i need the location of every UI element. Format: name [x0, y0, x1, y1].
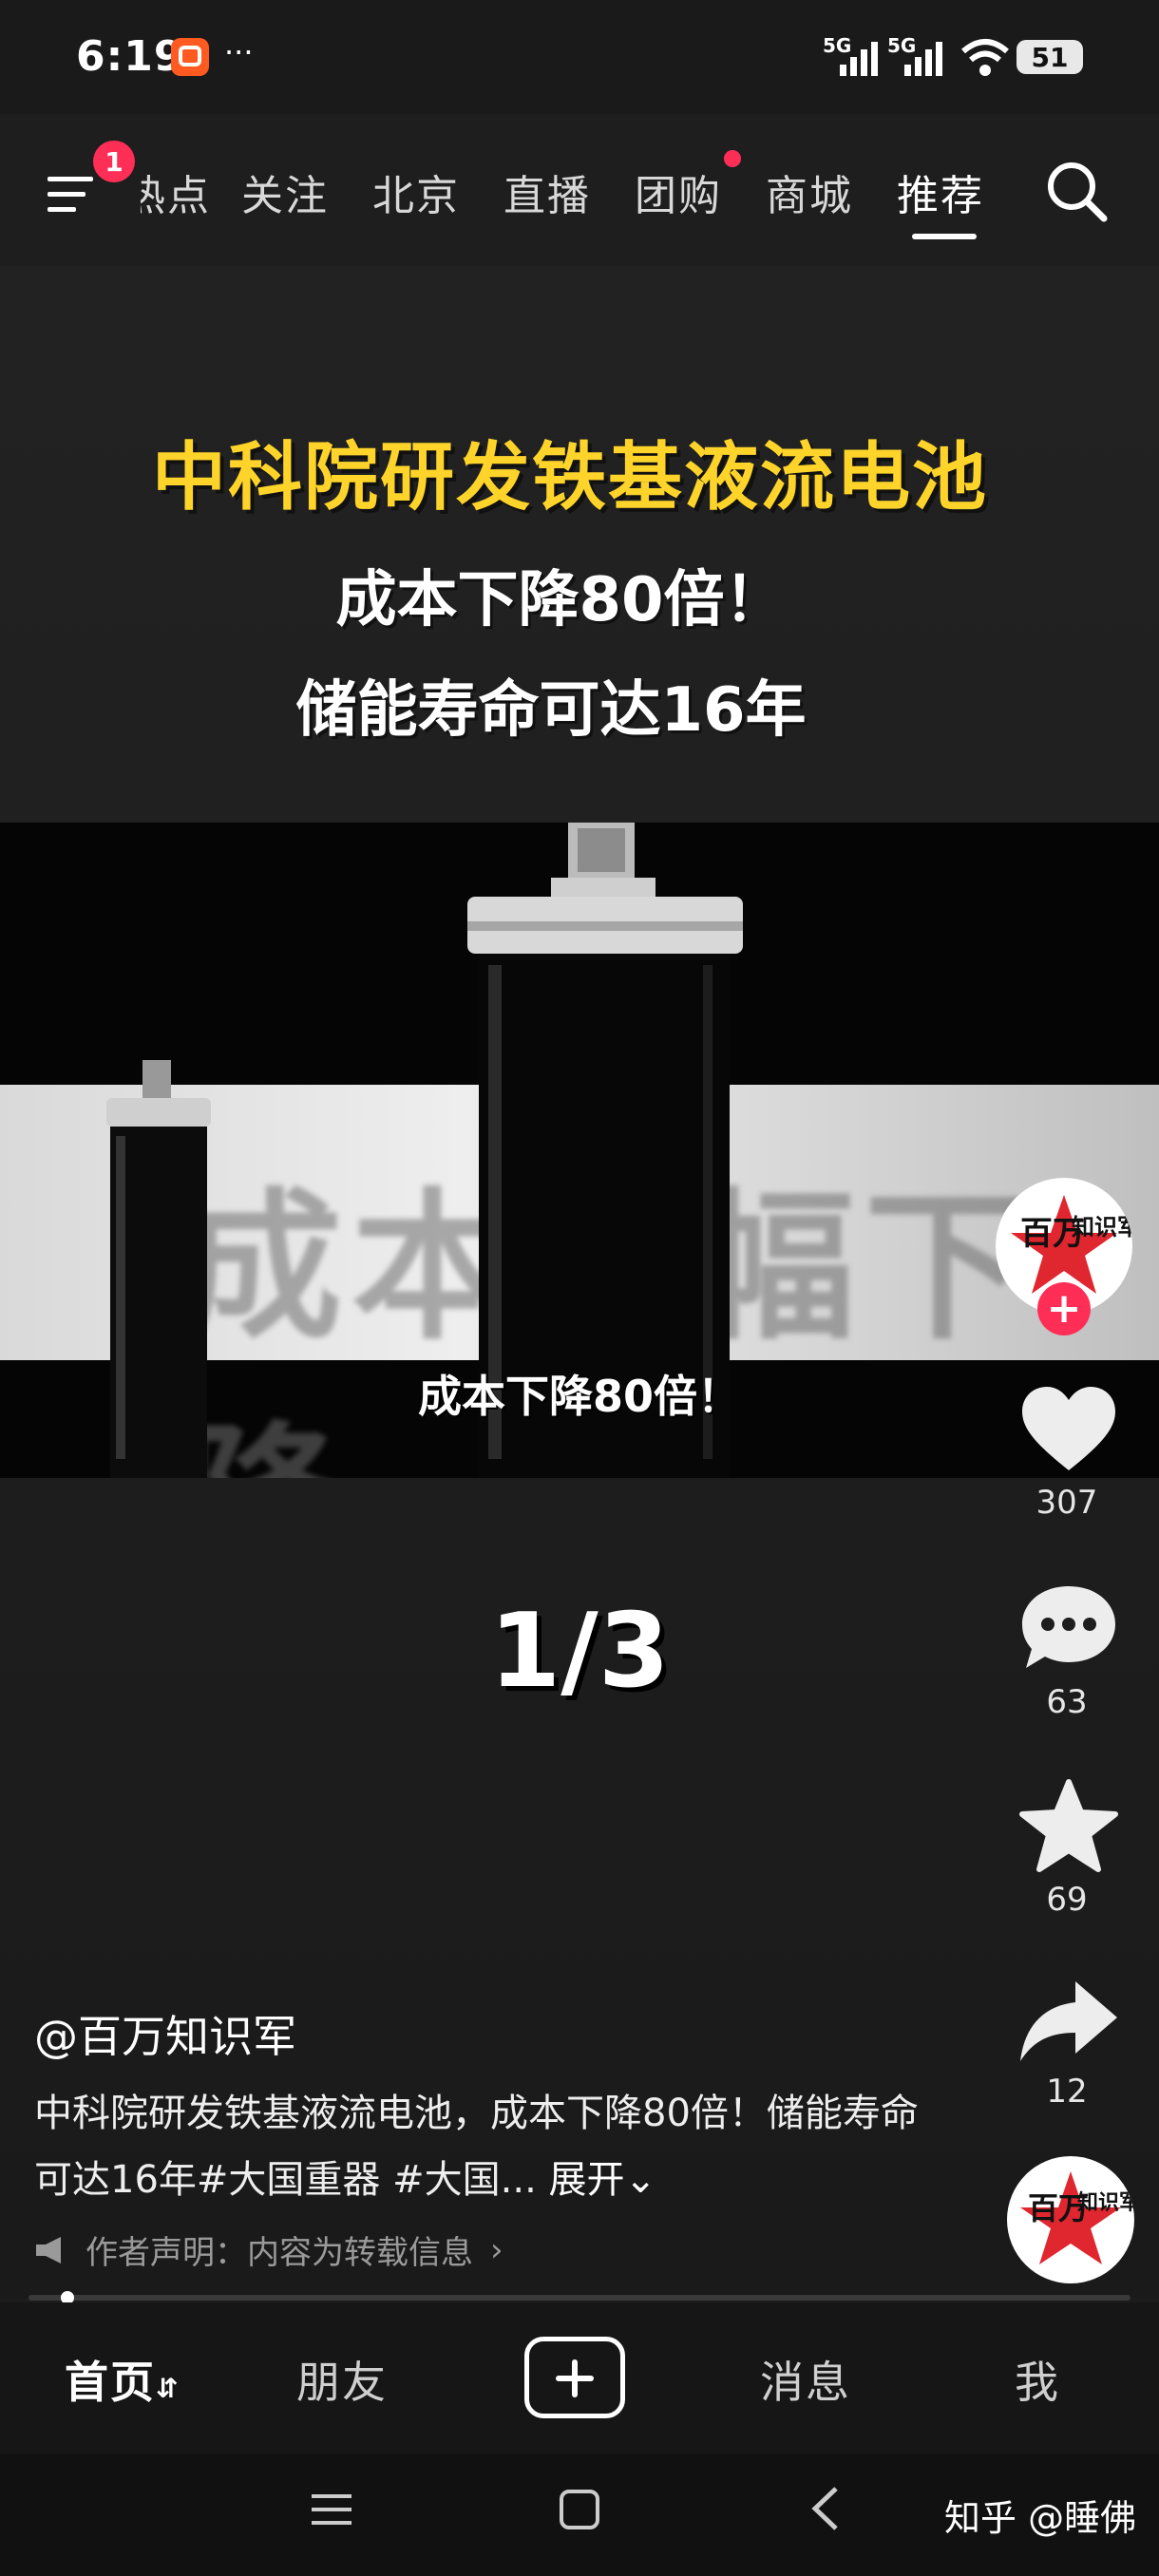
tab-group-buy[interactable]: 团购: [635, 161, 722, 222]
group-buy-dot: [724, 150, 741, 167]
menu-notification-badge: 1: [93, 141, 135, 182]
tab-recommend[interactable]: 推荐: [897, 161, 984, 222]
author-statement[interactable]: 作者声明：内容为转载信息 ›: [34, 2226, 504, 2273]
home-square-icon[interactable]: [559, 2489, 600, 2530]
active-tab-indicator: [912, 234, 977, 239]
nav-home[interactable]: 首页⇵: [65, 2348, 180, 2411]
expand-button[interactable]: 展开⌄: [549, 2158, 657, 2202]
recent-apps-icon[interactable]: [310, 2491, 353, 2529]
music-disc-logo-icon: 百万 知识军: [1020, 2171, 1134, 2264]
signal-icon-1: [840, 42, 878, 76]
signal-icon-2: [904, 42, 942, 76]
video-subline-cost: 成本下降80倍！: [335, 565, 786, 635]
wifi-icon: [961, 39, 1009, 76]
tab-mall[interactable]: 商城: [766, 161, 853, 222]
comment-icon[interactable]: [1016, 1581, 1121, 1676]
nav-friends[interactable]: 朋友: [296, 2348, 388, 2411]
video-description: 中科院研发铁基液流电池，成本下降80倍！储能寿命可达16年#大国重器 #大国..…: [34, 2080, 946, 2213]
more-notifications-icon: ···: [224, 34, 254, 70]
like-heart-icon[interactable]: [1016, 1383, 1121, 1478]
music-disc-avatar[interactable]: 百万 知识军: [1007, 2156, 1134, 2283]
kuaishou-app-icon: [171, 38, 209, 76]
favorite-count: 69: [1046, 1881, 1088, 1919]
favorite-star-icon[interactable]: [1016, 1778, 1121, 1873]
svg-text:知识军: 知识军: [1072, 1214, 1132, 1241]
follow-button[interactable]: +: [1037, 1282, 1091, 1335]
tab-beijing[interactable]: 北京: [372, 161, 460, 222]
search-icon[interactable]: [1043, 158, 1110, 224]
tab-live[interactable]: 直播: [504, 161, 591, 222]
video-headline: 中科院研发铁基液流电池: [151, 435, 988, 521]
like-count: 307: [1036, 1484, 1098, 1522]
chevron-right-icon: ›: [490, 2230, 504, 2269]
svg-text:知识军: 知识军: [1077, 2190, 1134, 2215]
back-icon[interactable]: [809, 2485, 842, 2532]
create-post-button[interactable]: [524, 2337, 625, 2418]
tab-follow[interactable]: 关注: [241, 161, 329, 222]
video-subline-lifespan: 储能寿命可达16年: [295, 675, 807, 746]
expand-label: 展开: [548, 2158, 625, 2202]
author-name-link[interactable]: @百万知识军: [34, 2002, 296, 2065]
share-arrow-icon[interactable]: [1016, 1974, 1121, 2069]
nav-me[interactable]: 我: [1015, 2348, 1060, 2411]
video-frame-caption: 成本下降80倍！: [417, 1371, 741, 1422]
battery-indicator: 51: [1016, 40, 1083, 74]
nav-home-label: 首页: [65, 2357, 156, 2408]
comment-count: 63: [1046, 1683, 1088, 1721]
status-clock: 6:19: [76, 32, 184, 81]
menu-icon[interactable]: [46, 171, 101, 218]
image-page-counter: 1/3: [489, 1592, 670, 1711]
swap-icon: ⇵: [156, 2373, 180, 2404]
megaphone-icon: [36, 2236, 61, 2263]
watermark-text: 知乎 @睡佛: [944, 2497, 1137, 2539]
author-statement-text: 作者声明：内容为转载信息: [86, 2234, 473, 2272]
share-count: 12: [1046, 2073, 1088, 2111]
battery-image: 成本大幅下降 成本下降80倍！: [0, 823, 1159, 1478]
description-text: 中科院研发铁基液流电池，成本下降80倍！储能寿命可达16年#大国重器 #大国..…: [34, 2092, 919, 2202]
video-progress-track[interactable]: [28, 2295, 1130, 2301]
nav-messages[interactable]: 消息: [760, 2348, 851, 2411]
